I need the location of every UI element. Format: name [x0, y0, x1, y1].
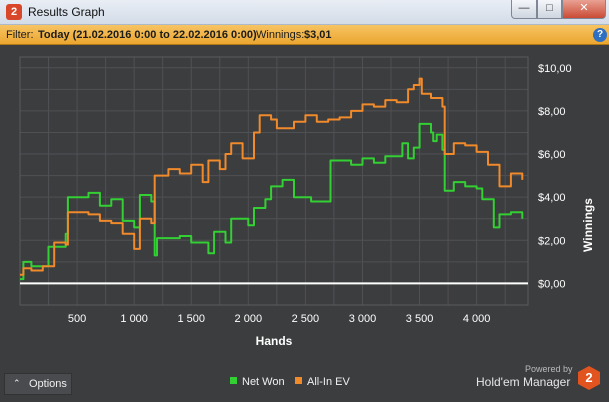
net-won-line — [20, 122, 524, 281]
winnings-label: Winnings: — [256, 29, 305, 41]
winnings-value: $3,01 — [304, 29, 332, 41]
y-tick-label: $10,00 — [538, 63, 572, 75]
options-label: Options — [29, 378, 67, 390]
chevron-up-icon: ⌃ — [13, 378, 21, 388]
x-axis-title: Hands — [256, 334, 293, 348]
legend-ev-label: All-In EV — [307, 376, 350, 388]
x-tick-label: 500 — [68, 313, 86, 325]
filter-value[interactable]: Today (21.02.2016 0:00 to 22.02.2016 0:0… — [38, 29, 257, 41]
y-tick-label: $6,00 — [538, 149, 566, 161]
x-tick-label: 2 500 — [292, 313, 320, 325]
brand-name: Hold'em Manager — [476, 375, 571, 389]
filter-label: Filter: — [6, 29, 34, 41]
options-button[interactable]: ⌃ Options — [4, 373, 72, 395]
y-axis-title: Winnings — [581, 198, 595, 252]
y-tick-label: $8,00 — [538, 106, 566, 118]
minimize-button[interactable]: — — [511, 0, 537, 19]
close-button[interactable]: ✕ — [562, 0, 606, 19]
x-tick-label: 3 500 — [406, 313, 434, 325]
all-in-ev-line — [20, 77, 524, 276]
brand-logo-icon: 2 — [578, 366, 600, 390]
x-tick-label: 2 000 — [235, 313, 263, 325]
chart-grid — [19, 56, 529, 306]
legend-item-net-won[interactable]: Net Won — [230, 376, 285, 388]
powered-by-text: Powered by — [525, 364, 573, 374]
net-won-swatch — [230, 377, 237, 384]
all-in-ev-swatch — [295, 377, 302, 384]
window-title: Results Graph — [28, 5, 105, 19]
filter-bar[interactable]: Filter: Today (21.02.2016 0:00 to 22.02.… — [0, 25, 609, 45]
y-tick-label: $0,00 — [538, 278, 566, 290]
title-bar: 2 Results Graph — □ ✕ — [0, 0, 609, 25]
legend-net-label: Net Won — [242, 376, 285, 388]
x-tick-label: 1 500 — [177, 313, 205, 325]
x-tick-label: 1 000 — [120, 313, 148, 325]
x-tick-label: 4 000 — [463, 313, 491, 325]
y-tick-label: $4,00 — [538, 192, 566, 204]
app-logo-icon: 2 — [6, 4, 22, 20]
chart-ticks: 500 1 000 1 500 2 000 2 500 3 000 3 500 4 000 $0… — [68, 63, 572, 325]
maximize-button[interactable]: □ — [537, 0, 562, 19]
chart-series — [20, 77, 528, 285]
legend-item-all-in-ev[interactable]: All-In EV — [295, 376, 350, 388]
y-tick-label: $2,00 — [538, 235, 566, 247]
results-chart[interactable]: 500 1 000 1 500 2 000 2 500 3 000 3 500 4 000 $0… — [0, 45, 609, 365]
help-icon[interactable]: ? — [593, 28, 607, 42]
x-tick-label: 3 000 — [349, 313, 377, 325]
plot-frame — [19, 56, 529, 306]
